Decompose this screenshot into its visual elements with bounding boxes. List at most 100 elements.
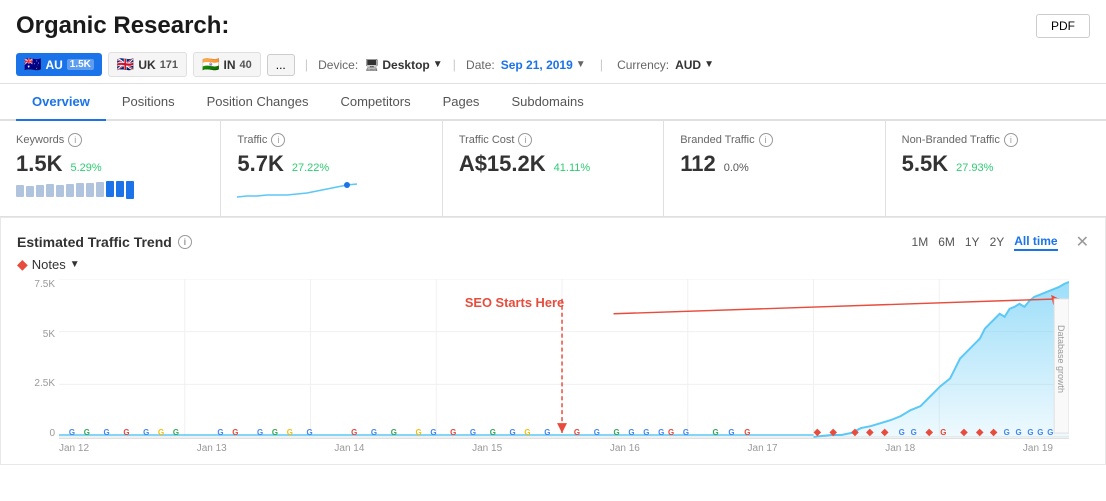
au-label: AU: [45, 58, 62, 72]
notes-label[interactable]: Notes: [32, 257, 66, 272]
svg-text:G: G: [69, 428, 75, 437]
uk-label: UK: [138, 58, 155, 72]
time-btn-2y[interactable]: 2Y: [990, 235, 1005, 249]
y-label-0: 0: [17, 428, 55, 439]
tab-overview[interactable]: Overview: [16, 84, 106, 121]
more-countries-button[interactable]: ...: [267, 54, 295, 76]
svg-text:G: G: [391, 428, 397, 437]
pdf-button[interactable]: PDF: [1036, 14, 1090, 38]
keywords-info-icon[interactable]: i: [68, 133, 82, 147]
y-label-7500: 7.5K: [17, 279, 55, 290]
tab-subdomains[interactable]: Subdomains: [495, 84, 599, 119]
country-tab-au[interactable]: 🇦🇺 AU 1.5K: [16, 53, 102, 76]
device-selector[interactable]: 🖥 Desktop ▼: [364, 58, 442, 72]
desktop-icon: 🖥: [364, 58, 379, 72]
currency-dropdown-icon: ▼: [704, 59, 714, 70]
chart-info-icon[interactable]: i: [178, 235, 192, 249]
x-label-jan14: Jan 14: [334, 443, 364, 454]
svg-text:◆: ◆: [866, 427, 874, 438]
svg-text:G: G: [272, 428, 278, 437]
au-count: 1.5K: [67, 59, 94, 70]
notes-caret-icon[interactable]: ▼: [70, 259, 80, 270]
separator-date: |: [453, 57, 456, 72]
keywords-label-row: Keywords i: [16, 133, 204, 147]
country-tab-uk[interactable]: 🇬🇧 UK 171: [108, 52, 187, 77]
time-btn-alltime[interactable]: All time: [1014, 234, 1057, 251]
svg-text:G: G: [232, 428, 238, 437]
page-title: Organic Research:: [16, 12, 229, 40]
currency-label: Currency:: [617, 58, 669, 72]
traffic-label-row: Traffic i: [237, 133, 425, 147]
device-value: Desktop: [382, 58, 429, 72]
chart-controls: 1M 6M 1Y 2Y All time ✕: [912, 232, 1089, 252]
keywords-sparkline: [16, 181, 204, 204]
top-bar: 🇦🇺 AU 1.5K 🇬🇧 UK 171 🇮🇳 IN 40 ... | Devi…: [0, 46, 1106, 84]
close-chart-button[interactable]: ✕: [1076, 232, 1089, 252]
svg-text:G: G: [628, 428, 634, 437]
tab-competitors[interactable]: Competitors: [324, 84, 426, 119]
chart-title: Estimated Traffic Trend i: [17, 234, 192, 250]
y-label-5000: 5K: [17, 329, 55, 340]
x-label-jan17: Jan 17: [748, 443, 778, 454]
svg-text:G: G: [1004, 428, 1010, 437]
traffic-change: 27.22%: [292, 162, 329, 174]
svg-text:G: G: [594, 428, 600, 437]
traffic-cost-value: A$15.2K: [459, 151, 546, 177]
traffic-sparkline: [237, 181, 425, 204]
svg-text:G: G: [351, 428, 357, 437]
branded-traffic-value: 112: [680, 151, 716, 177]
metric-traffic: Traffic i 5.7K 27.22%: [221, 121, 442, 216]
svg-text:G: G: [544, 428, 550, 437]
svg-text:◆: ◆: [851, 427, 859, 438]
tab-position-changes[interactable]: Position Changes: [191, 84, 325, 119]
traffic-trend-chart: SEO Starts Here G G G G G G G G G G G G …: [59, 279, 1069, 439]
svg-text:G: G: [510, 428, 516, 437]
svg-text:G: G: [143, 428, 149, 437]
svg-text:G: G: [940, 428, 946, 437]
metric-branded-traffic: Branded Traffic i 112 0.0%: [664, 121, 885, 216]
svg-text:G: G: [1016, 428, 1022, 437]
au-flag-icon: 🇦🇺: [24, 56, 41, 73]
in-count: 40: [239, 59, 251, 71]
uk-flag-icon: 🇬🇧: [117, 56, 134, 73]
tab-pages[interactable]: Pages: [427, 84, 496, 119]
svg-text:G: G: [415, 428, 421, 437]
branded-traffic-label-row: Branded Traffic i: [680, 133, 868, 147]
tab-positions[interactable]: Positions: [106, 84, 191, 119]
svg-text:G: G: [643, 428, 649, 437]
traffic-cost-change: 41.11%: [554, 162, 591, 174]
traffic-cost-info-icon[interactable]: i: [518, 133, 532, 147]
svg-text:◆: ◆: [829, 427, 837, 438]
svg-text:G: G: [1027, 428, 1033, 437]
svg-text:SEO Starts Here: SEO Starts Here: [465, 295, 564, 310]
svg-text:G: G: [257, 428, 263, 437]
country-tab-in[interactable]: 🇮🇳 IN 40: [193, 52, 261, 77]
separator-device: |: [305, 57, 308, 72]
svg-text:G: G: [173, 428, 179, 437]
metric-traffic-cost: Traffic Cost i A$15.2K 41.11%: [443, 121, 664, 216]
metric-keywords: Keywords i 1.5K 5.29%: [0, 121, 221, 216]
svg-text:◆: ◆: [925, 427, 933, 438]
svg-text:◆: ◆: [990, 427, 998, 438]
currency-selector[interactable]: AUD ▼: [675, 58, 714, 72]
x-label-jan15: Jan 15: [472, 443, 502, 454]
traffic-info-icon[interactable]: i: [271, 133, 285, 147]
svg-text:G: G: [683, 428, 689, 437]
non-branded-traffic-change: 27.93%: [956, 162, 993, 174]
time-btn-1m[interactable]: 1M: [912, 235, 929, 249]
svg-text:G: G: [430, 428, 436, 437]
svg-text:G: G: [450, 428, 456, 437]
time-btn-1y[interactable]: 1Y: [965, 235, 980, 249]
branded-traffic-info-icon[interactable]: i: [759, 133, 773, 147]
traffic-value: 5.7K: [237, 151, 283, 177]
svg-text:G: G: [490, 428, 496, 437]
chart-canvas-container: 7.5K 5K 2.5K 0: [59, 279, 1069, 454]
date-selector[interactable]: Sep 21, 2019 ▼: [501, 58, 586, 72]
nav-tabs-bar: Overview Positions Position Changes Comp…: [0, 84, 1106, 121]
time-btn-6m[interactable]: 6M: [938, 235, 955, 249]
non-branded-traffic-value: 5.5K: [902, 151, 948, 177]
svg-text:G: G: [614, 428, 620, 437]
svg-text:G: G: [371, 428, 377, 437]
svg-text:G: G: [307, 428, 313, 437]
non-branded-info-icon[interactable]: i: [1004, 133, 1018, 147]
